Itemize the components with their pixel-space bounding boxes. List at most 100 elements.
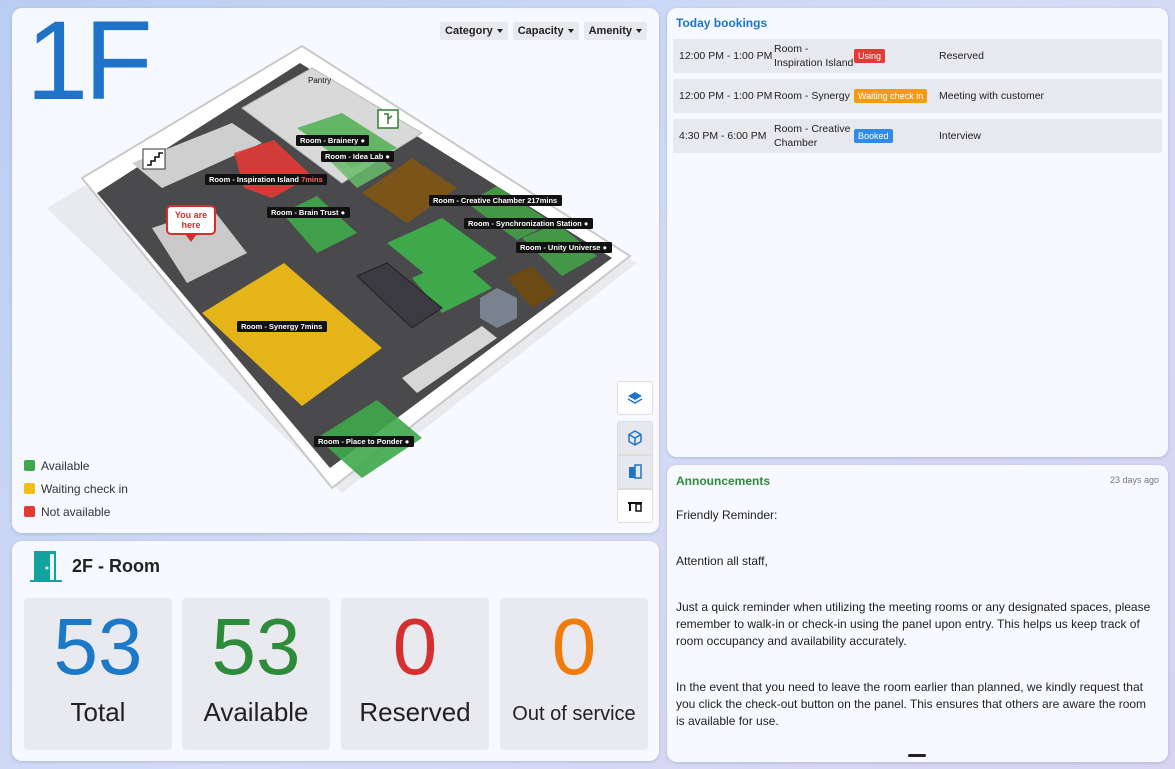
floor-icon <box>629 464 642 479</box>
room-label-extra: ● <box>341 208 346 217</box>
map-tools <box>617 381 653 523</box>
booking-row[interactable]: 12:00 PM - 1:00 PM Room - Inspiration Is… <box>673 39 1162 73</box>
booking-room: Room - Inspiration Island <box>774 43 854 69</box>
desk-view-button[interactable] <box>617 489 653 523</box>
stat-out-of-service: 0 Out of service <box>500 598 648 750</box>
room-label-name: Room - Brain Trust ● <box>271 208 345 217</box>
room-label-name: Room - Brainery ● <box>300 136 365 145</box>
stats-header: 2F - Room <box>28 549 160 583</box>
cube-icon <box>628 430 642 446</box>
booking-row[interactable]: 12:00 PM - 1:00 PM Room - Synergy Waitin… <box>673 79 1162 113</box>
room-label-name: Room - Idea Lab ● <box>325 152 390 161</box>
room-label[interactable]: Room - Synergy 7mins <box>237 321 327 332</box>
stat-value: 53 <box>211 602 301 691</box>
room-label-extra: ● <box>360 136 365 145</box>
room-label[interactable]: Room - Synchronization Station ● <box>464 218 593 229</box>
floor-label: 1F <box>26 8 153 123</box>
room-label-name: Room - Place to Ponder ● <box>318 437 409 446</box>
legend-label: Waiting check in <box>41 481 128 496</box>
map-legend: Available Waiting check in Not available <box>24 454 128 523</box>
layers-icon <box>627 392 643 404</box>
announcement-paragraph: In the event that you need to leave the … <box>676 680 1147 728</box>
legend-swatch <box>24 460 35 471</box>
status-badge: Booked <box>854 129 893 143</box>
filter-label: Amenity <box>588 25 632 37</box>
announcement-paragraph: Attention all staff, <box>676 554 768 568</box>
announcement-timestamp: 23 days ago <box>1109 475 1159 485</box>
filter-category-button[interactable]: Category <box>440 22 508 40</box>
filter-label: Category <box>445 25 493 37</box>
room-label-extra: 217mins <box>527 196 557 205</box>
booking-row[interactable]: 4:30 PM - 6:00 PM Room - Creative Chambe… <box>673 119 1162 153</box>
room-label-name: Room - Unity Universe ● <box>520 243 607 252</box>
announcement-body: Friendly Reminder: Attention all staff, … <box>676 507 1151 759</box>
view-mode-group <box>617 421 653 523</box>
legend-item-not-available: Not available <box>24 500 128 523</box>
booking-time: 4:30 PM - 6:00 PM <box>679 130 767 142</box>
booking-title: Interview <box>939 130 982 142</box>
stat-available: 53 Available <box>182 598 330 750</box>
stat-reserved: 0 Reserved <box>341 598 489 750</box>
room-label-extra: 7mins <box>301 322 323 331</box>
legend-item-available: Available <box>24 454 128 477</box>
layers-button[interactable] <box>617 381 653 415</box>
booking-time: 12:00 PM - 1:00 PM <box>679 50 773 62</box>
scroll-handle[interactable] <box>908 754 926 757</box>
announcement-paragraph: Just a quick reminder when utilizing the… <box>676 600 1151 648</box>
pantry-label: Pantry <box>308 76 331 85</box>
legend-item-waiting: Waiting check in <box>24 477 128 500</box>
room-label[interactable]: Room - Inspiration Island 7mins <box>205 174 327 185</box>
desk-icon <box>628 502 642 512</box>
filter-bar: Category Capacity Amenity <box>440 22 647 40</box>
stat-label: Available <box>203 697 309 727</box>
you-are-here-line1: You are <box>175 210 207 220</box>
room-label-name: Room - Synergy 7mins <box>241 322 322 331</box>
booking-title: Meeting with customer <box>939 90 1045 102</box>
room-label-name: Room - Creative Chamber 217mins <box>433 196 557 205</box>
booking-room: Room - Synergy <box>774 90 850 102</box>
3d-view-button[interactable] <box>617 421 653 455</box>
stat-value: 0 <box>392 602 438 691</box>
stats-title: 2F - Room <box>72 555 160 576</box>
legend-swatch <box>24 483 35 494</box>
room-label-name: Room - Inspiration Island 7mins <box>209 175 323 184</box>
legend-swatch <box>24 506 35 517</box>
filter-amenity-button[interactable]: Amenity <box>583 22 647 40</box>
stat-value: 0 <box>551 602 597 691</box>
room-label[interactable]: Room - Unity Universe ● <box>516 242 612 253</box>
chevron-down-icon <box>636 29 642 33</box>
room-label[interactable]: Room - Place to Ponder ● <box>314 436 414 447</box>
room-stats-card: 2F - Room 53 Total 53 Available 0 Reserv… <box>12 541 659 761</box>
room-label[interactable]: Room - Idea Lab ● <box>321 151 394 162</box>
floor-map-card: Pantry You are here Room - Brainery ● Roo… <box>12 8 659 533</box>
booking-title: Reserved <box>939 50 984 62</box>
filter-label: Capacity <box>517 25 564 37</box>
booking-time: 12:00 PM - 1:00 PM <box>679 90 773 102</box>
status-badge: Waiting check in <box>854 89 928 103</box>
room-label-extra: 7mins <box>301 175 323 184</box>
chevron-down-icon <box>567 29 574 33</box>
legend-label: Not available <box>41 504 111 519</box>
legend-label: Available <box>41 458 90 473</box>
announcements-card: Announcements 23 days ago Friendly Remin… <box>667 465 1168 762</box>
room-view-button[interactable] <box>617 455 653 489</box>
announcements-title: Announcements <box>676 474 771 488</box>
today-bookings-card: Today bookings 12:00 PM - 1:00 PM Room -… <box>667 8 1168 457</box>
room-label-extra: ● <box>603 243 608 252</box>
room-label-extra: ● <box>405 437 410 446</box>
stairs-icon <box>142 148 166 170</box>
announcement-paragraph: Friendly Reminder: <box>676 508 778 522</box>
bookings-title: Today bookings <box>676 16 768 30</box>
room-label-extra: ● <box>584 219 589 228</box>
door-icon <box>30 551 62 582</box>
stat-label: Reserved <box>359 697 471 727</box>
you-are-here-line2: here <box>181 220 200 230</box>
stat-value: 53 <box>53 602 143 691</box>
room-label[interactable]: Room - Brainery ● <box>296 135 369 146</box>
stat-label: Total <box>70 697 126 727</box>
room-label[interactable]: Room - Brain Trust ● <box>267 207 350 218</box>
room-label-name: Room - Synchronization Station ● <box>468 219 588 228</box>
room-label-extra: ● <box>385 152 390 161</box>
room-label[interactable]: Room - Creative Chamber 217mins <box>429 195 562 206</box>
filter-capacity-button[interactable]: Capacity <box>512 22 579 40</box>
